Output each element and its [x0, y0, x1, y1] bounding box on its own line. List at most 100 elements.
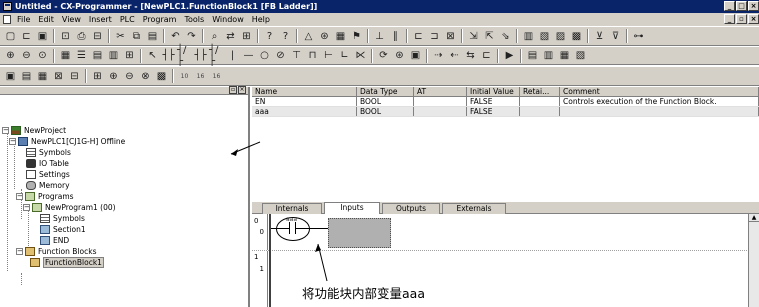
help-icon[interactable]: ?: [262, 29, 277, 44]
cross-reference-icon[interactable]: ⊞: [239, 29, 254, 44]
step-10-icon[interactable]: 10: [177, 69, 192, 84]
menu-tools[interactable]: Tools: [180, 13, 208, 26]
monitor-icon[interactable]: ⊛: [317, 29, 332, 44]
document-icon[interactable]: [3, 15, 11, 24]
doc-minimize-button[interactable]: _: [724, 14, 735, 24]
vertical-scrollbar[interactable]: ▲: [748, 214, 759, 307]
show-grid-icon[interactable]: ▩: [154, 69, 169, 84]
print-icon[interactable]: ⎙: [74, 29, 89, 44]
watch-icon[interactable]: ⚑: [349, 29, 364, 44]
contact-or-icon[interactable]: ┤├: [193, 48, 208, 63]
horizontal-line-icon[interactable]: —: [241, 48, 256, 63]
coil-nc-icon[interactable]: ⊘: [273, 48, 288, 63]
tree-close-button[interactable]: ×: [238, 86, 246, 94]
cursor-cell[interactable]: [328, 218, 391, 248]
select-mode-icon[interactable]: ↖: [145, 48, 160, 63]
collapse-icon[interactable]: −: [16, 248, 23, 255]
menu-help[interactable]: Help: [248, 13, 274, 26]
doc-restore-button[interactable]: ▫: [736, 14, 747, 24]
online-edit-icon[interactable]: ⟳: [376, 48, 391, 63]
contact-or-nc-icon[interactable]: ┤/├: [209, 45, 224, 67]
collapse-icon[interactable]: −: [9, 138, 16, 145]
verify-icon[interactable]: ⊠: [443, 29, 458, 44]
tree-node-newproject[interactable]: − NewProject: [2, 125, 66, 136]
context-help-icon[interactable]: ?: [278, 29, 293, 44]
table-icon[interactable]: ▤: [90, 48, 105, 63]
copy-icon[interactable]: ⧉: [129, 29, 144, 44]
zoom-fit-icon[interactable]: ⊙: [35, 48, 50, 63]
collapse-icon[interactable]: −: [16, 193, 23, 200]
open-folder-icon[interactable]: ⊏: [19, 29, 34, 44]
tree-node-plc[interactable]: − NewPLC1[CJ1G-H] Offline: [9, 136, 125, 147]
minimize-button[interactable]: _: [724, 1, 735, 11]
transfer-icon[interactable]: ⊏: [411, 29, 426, 44]
tab-internals[interactable]: Internals: [262, 203, 322, 214]
address-reference-icon[interactable]: ⊠: [51, 69, 66, 84]
menu-window[interactable]: Window: [208, 13, 248, 26]
step-icon[interactable]: ⇲: [466, 29, 481, 44]
grid-icon[interactable]: ▦: [58, 48, 73, 63]
transfer-from-plc-icon[interactable]: ⇠: [447, 48, 462, 63]
io-comment-icon[interactable]: ⊻: [592, 29, 607, 44]
replace-icon[interactable]: ⇄: [223, 29, 238, 44]
show-symbols-icon[interactable]: ⊕: [106, 69, 121, 84]
zoom-doc-icon[interactable]: ⊟: [90, 29, 105, 44]
zoom-out-icon[interactable]: ⊖: [19, 48, 34, 63]
tab-outputs[interactable]: Outputs: [382, 203, 440, 214]
tree-node-program-symbols[interactable]: Symbols: [40, 213, 85, 224]
cut-icon[interactable]: ✂: [113, 29, 128, 44]
pause-icon[interactable]: ∥: [388, 29, 403, 44]
undo-icon[interactable]: ↶: [168, 29, 183, 44]
mnemonic-icon[interactable]: ▥: [106, 48, 121, 63]
tree-restore-button[interactable]: ▫: [229, 86, 237, 94]
line-delete-icon[interactable]: ⋉: [353, 48, 368, 63]
tree-node-functionblock1[interactable]: FunctionBlock1: [30, 257, 104, 268]
table-row[interactable]: EN BOOL FALSE Controls execution of the …: [252, 97, 759, 107]
watch-window-toggle-icon[interactable]: ▦: [35, 69, 50, 84]
coil-icon[interactable]: ○: [257, 48, 272, 63]
compare-plc-icon[interactable]: ⇆: [463, 48, 478, 63]
menu-view[interactable]: View: [58, 13, 85, 26]
work-online-icon[interactable]: ⊛: [392, 48, 407, 63]
redo-icon[interactable]: ↷: [184, 29, 199, 44]
tree-node-newprogram1[interactable]: − NewProgram1 (00): [23, 202, 116, 213]
fb-call-icon[interactable]: ⊓: [305, 48, 320, 63]
new-file-icon[interactable]: ▢: [3, 29, 18, 44]
zoom-in-icon[interactable]: ⊕: [3, 48, 18, 63]
menu-edit[interactable]: Edit: [34, 13, 58, 26]
clock-icon[interactable]: ▦: [557, 48, 572, 63]
tree-node-programs[interactable]: − Programs: [16, 191, 74, 202]
window-tile-icon[interactable]: ▥: [521, 29, 536, 44]
step-16-icon[interactable]: 16: [193, 69, 208, 84]
collapse-icon[interactable]: −: [2, 127, 9, 134]
tree-node-memory[interactable]: Memory: [26, 180, 70, 191]
reset-icon[interactable]: ⇘: [498, 29, 513, 44]
step-num-icon[interactable]: 16: [209, 69, 224, 84]
show-comments-icon[interactable]: ⊞: [90, 69, 105, 84]
set-icon[interactable]: ⇱: [482, 29, 497, 44]
watch-window-icon[interactable]: ⊽: [608, 29, 623, 44]
find-icon[interactable]: ⌕: [207, 29, 222, 44]
properties-icon[interactable]: ⊟: [67, 69, 82, 84]
column-header-initial-value[interactable]: Initial Value: [467, 87, 520, 96]
show-bookmarks-icon[interactable]: ⊖: [122, 69, 137, 84]
maximize-button[interactable]: □: [736, 1, 747, 11]
line-connect-icon[interactable]: ∟: [337, 48, 352, 63]
contact-no-icon[interactable]: ┤├: [161, 48, 176, 63]
plc-info-icon[interactable]: ▧: [573, 48, 588, 63]
transfer-to-plc-icon[interactable]: ⇢: [431, 48, 446, 63]
collapse-icon[interactable]: −: [23, 204, 30, 211]
column-header-name[interactable]: Name: [252, 87, 357, 96]
menu-plc[interactable]: PLC: [116, 13, 139, 26]
scroll-up-icon[interactable]: ▲: [749, 214, 759, 222]
memory-card-icon[interactable]: ▤: [525, 48, 540, 63]
window-cascade-icon[interactable]: ▧: [537, 29, 552, 44]
menu-insert[interactable]: Insert: [85, 13, 116, 26]
vertical-line-icon[interactable]: |: [225, 48, 240, 63]
print-preview-icon[interactable]: ⊡: [58, 29, 73, 44]
rung-icon[interactable]: ⊥: [372, 29, 387, 44]
menu-program[interactable]: Program: [139, 13, 181, 26]
tree-node-symbols[interactable]: Symbols: [26, 147, 71, 158]
show-rungs-icon[interactable]: ⊗: [138, 69, 153, 84]
menu-file[interactable]: File: [13, 13, 34, 26]
